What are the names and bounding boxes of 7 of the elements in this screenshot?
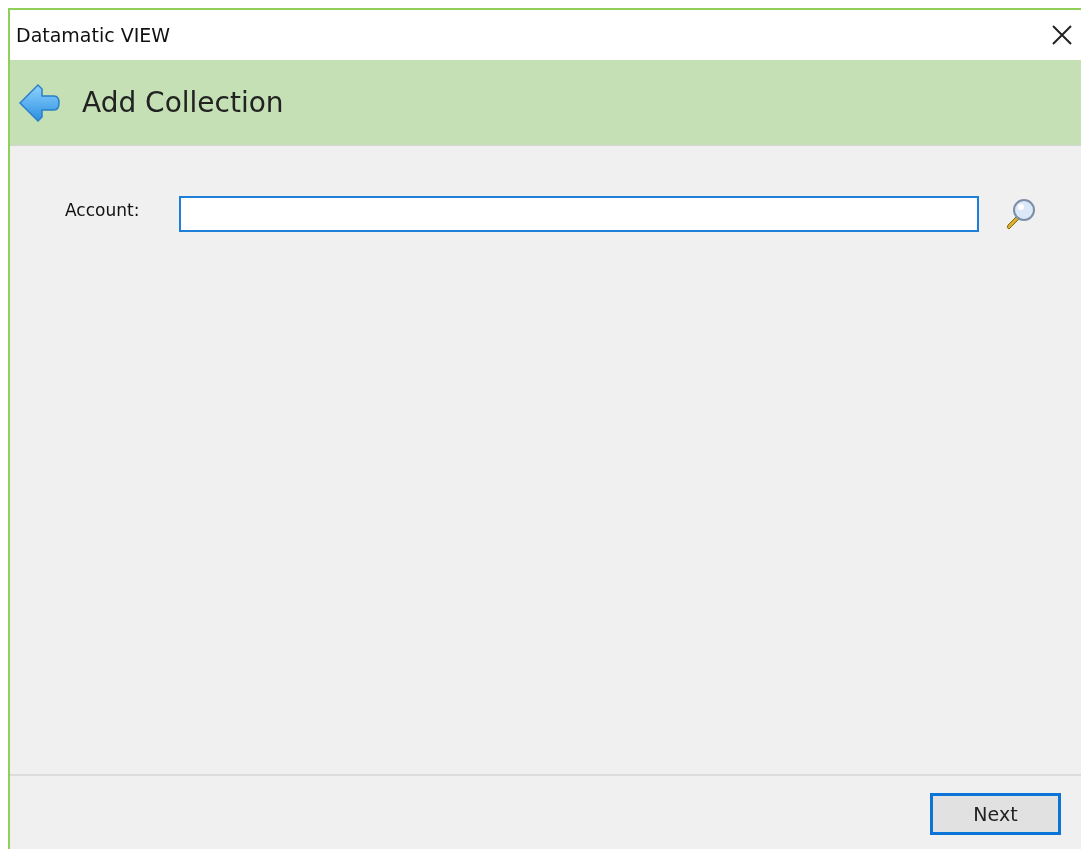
back-arrow-icon[interactable] [18,81,60,124]
close-icon[interactable] [1051,24,1073,46]
window-title: Datamatic VIEW [16,24,171,46]
page-title: Add Collection [82,86,284,119]
input-field[interactable] [179,196,979,232]
next-button[interactable]: Next [930,792,1061,835]
field-label: Account: [65,200,141,220]
